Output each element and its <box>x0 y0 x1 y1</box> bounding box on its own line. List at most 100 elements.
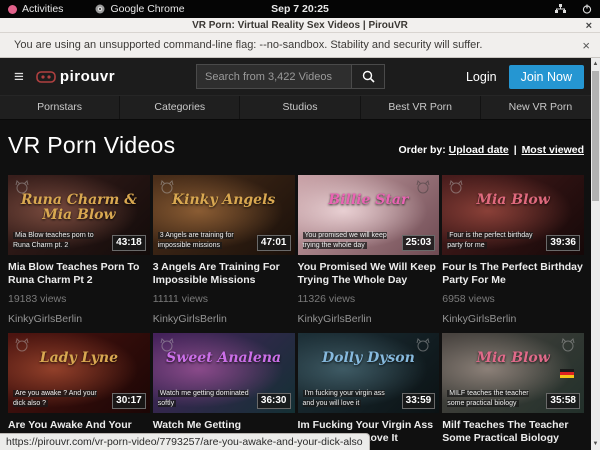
window-title-bar: VR Porn: Virtual Reality Sex Videos | Pi… <box>0 18 600 33</box>
thumbnail-caption: MILF teaches the teacher some practical … <box>447 389 541 408</box>
window-close-button[interactable]: × <box>586 18 592 33</box>
order-most-viewed-link[interactable]: Most viewed <box>522 144 584 156</box>
video-grid: Runa Charm & Mia Blow Mia Blow teaches p… <box>8 175 584 450</box>
vr-goggles-icon <box>36 71 56 83</box>
video-views: 19183 views <box>8 293 150 305</box>
thumbnail-caption: Four is the perfect birthday party for m… <box>447 231 541 250</box>
order-by-label: Order by: <box>398 144 445 156</box>
german-flag-icon <box>560 369 574 378</box>
thumbnail-model-name: Kinky Angels <box>153 193 295 208</box>
duration-badge: 39:36 <box>546 235 580 251</box>
duration-badge: 36:30 <box>257 393 291 409</box>
join-now-button[interactable]: Join Now <box>509 65 584 89</box>
activities-label: Activities <box>22 3 63 15</box>
clock[interactable]: Sep 7 20:25 <box>271 3 329 15</box>
warning-close-icon[interactable]: × <box>582 38 590 53</box>
focused-app-menu[interactable]: Google Chrome <box>95 3 184 15</box>
menu-item-new-vr-porn[interactable]: New VR Porn <box>481 96 600 119</box>
video-thumbnail[interactable]: Billie Star You promised we will keep tr… <box>298 175 440 255</box>
browser-warning-bar: You are using an unsupported command-lin… <box>0 33 600 58</box>
duration-badge: 35:58 <box>546 393 580 409</box>
page-title: VR Porn Videos <box>8 132 175 159</box>
thumbnail-caption: I'm fucking your virgin ass and you will… <box>303 389 397 408</box>
browser-status-bar: https://pirouvr.com/vr-porn-video/779325… <box>0 433 370 450</box>
video-title[interactable]: Four Is The Perfect Birthday Party For M… <box>442 261 584 287</box>
video-studio-link[interactable]: KinkyGirlsBerlin <box>442 313 584 325</box>
video-thumbnail[interactable]: Sweet Analena Watch me getting dominated… <box>153 333 295 413</box>
menu-item-best-vr-porn[interactable]: Best VR Porn <box>361 96 480 119</box>
video-card[interactable]: Mia Blow MILF teaches the teacher some p… <box>442 333 584 450</box>
thumbnail-model-name: Lady Lyne <box>8 351 150 366</box>
studio-cat-logo-icon <box>448 180 464 194</box>
search-box <box>196 64 385 89</box>
studio-cat-logo-icon <box>415 338 431 352</box>
search-input[interactable] <box>196 64 351 89</box>
video-thumbnail[interactable]: Dolly Dyson I'm fucking your virgin ass … <box>298 333 440 413</box>
video-views: 11111 views <box>153 293 295 305</box>
browser-scrollbar[interactable]: ▲ ▼ <box>591 58 600 450</box>
thumbnail-model-name: Mia Blow <box>442 193 584 208</box>
video-card[interactable]: Kinky Angels 3 Angels are training for i… <box>153 175 295 325</box>
video-views: 11326 views <box>298 293 440 305</box>
video-thumbnail[interactable]: Mia Blow MILF teaches the teacher some p… <box>442 333 584 413</box>
video-thumbnail[interactable]: Kinky Angels 3 Angels are training for i… <box>153 175 295 255</box>
thumbnail-caption: Watch me getting dominated softly <box>158 389 252 408</box>
video-title[interactable]: Milf Teaches The Teacher Some Practical … <box>442 419 584 445</box>
main-menu: Pornstars Categories Studios Best VR Por… <box>0 95 600 120</box>
thumbnail-caption: Are you awake ? And your dick also ? <box>13 389 107 408</box>
order-by-controls: Order by: Upload date | Most viewed <box>398 144 584 156</box>
video-thumbnail[interactable]: Runa Charm & Mia Blow Mia Blow teaches p… <box>8 175 150 255</box>
logo-text: pirouvr <box>60 68 115 85</box>
video-title[interactable]: 3 Angels Are Training For Impossible Mis… <box>153 261 295 287</box>
video-card[interactable]: Billie Star You promised we will keep tr… <box>298 175 440 325</box>
thumbnail-model-name: Dolly Dyson <box>298 351 440 366</box>
video-studio-link[interactable]: KinkyGirlsBerlin <box>298 313 440 325</box>
window-title: VR Porn: Virtual Reality Sex Videos | Pi… <box>192 20 408 31</box>
video-studio-link[interactable]: KinkyGirlsBerlin <box>153 313 295 325</box>
thumbnail-caption: Mia Blow teaches porn to Runa Charm pt. … <box>13 231 107 250</box>
duration-badge: 33:59 <box>402 393 436 409</box>
scrollbar-down-arrow-icon[interactable]: ▼ <box>591 438 600 450</box>
page-viewport: ≡ pirouvr Login Join Now Pornstars Categ… <box>0 58 600 450</box>
site-navbar: ≡ pirouvr Login Join Now <box>0 58 600 95</box>
scrollbar-thumb[interactable] <box>592 71 599 201</box>
thumbnail-model-name: Mia Blow <box>442 351 584 366</box>
screen: Activities Google Chrome Sep 7 20:25 VR … <box>0 0 600 450</box>
site-logo[interactable]: pirouvr <box>36 68 115 85</box>
search-icon <box>362 70 375 83</box>
scrollbar-up-arrow-icon[interactable]: ▲ <box>591 58 600 70</box>
hamburger-menu-icon[interactable]: ≡ <box>14 68 24 85</box>
video-card[interactable]: Mia Blow Four is the perfect birthday pa… <box>442 175 584 325</box>
thumbnail-model-name: Billie Star <box>298 193 440 208</box>
power-icon[interactable] <box>582 4 592 14</box>
duration-badge: 30:17 <box>112 393 146 409</box>
studio-cat-logo-icon <box>415 180 431 194</box>
video-thumbnail[interactable]: Lady Lyne Are you awake ? And your dick … <box>8 333 150 413</box>
thumbnail-model-name: Sweet Analena <box>153 351 295 366</box>
system-top-bar: Activities Google Chrome Sep 7 20:25 <box>0 0 600 18</box>
video-studio-link[interactable]: KinkyGirlsBerlin <box>8 313 150 325</box>
studio-cat-logo-icon <box>560 338 576 352</box>
network-icon[interactable] <box>555 4 566 14</box>
video-title[interactable]: You Promised We Will Keep Trying The Who… <box>298 261 440 287</box>
video-title[interactable]: Mia Blow Teaches Porn To Runa Charm Pt 2 <box>8 261 150 287</box>
menu-item-pornstars[interactable]: Pornstars <box>0 96 119 119</box>
order-separator: | <box>514 144 517 156</box>
warning-message: You are using an unsupported command-lin… <box>14 39 482 51</box>
login-link[interactable]: Login <box>466 70 497 84</box>
studio-cat-logo-icon <box>14 338 30 352</box>
video-card[interactable]: Runa Charm & Mia Blow Mia Blow teaches p… <box>8 175 150 325</box>
duration-badge: 43:18 <box>112 235 146 251</box>
menu-item-studios[interactable]: Studios <box>240 96 359 119</box>
duration-badge: 47:01 <box>257 235 291 251</box>
status-url: https://pirouvr.com/vr-porn-video/779325… <box>6 436 363 448</box>
app-name-label: Google Chrome <box>110 3 184 15</box>
distro-icon <box>8 5 17 14</box>
duration-badge: 25:03 <box>402 235 436 251</box>
search-button[interactable] <box>351 64 385 89</box>
activities-button[interactable]: Activities <box>8 3 63 15</box>
video-thumbnail[interactable]: Mia Blow Four is the perfect birthday pa… <box>442 175 584 255</box>
order-upload-date-link[interactable]: Upload date <box>449 144 509 156</box>
thumbnail-caption: You promised we will keep trying the who… <box>303 231 397 250</box>
menu-item-categories[interactable]: Categories <box>120 96 239 119</box>
